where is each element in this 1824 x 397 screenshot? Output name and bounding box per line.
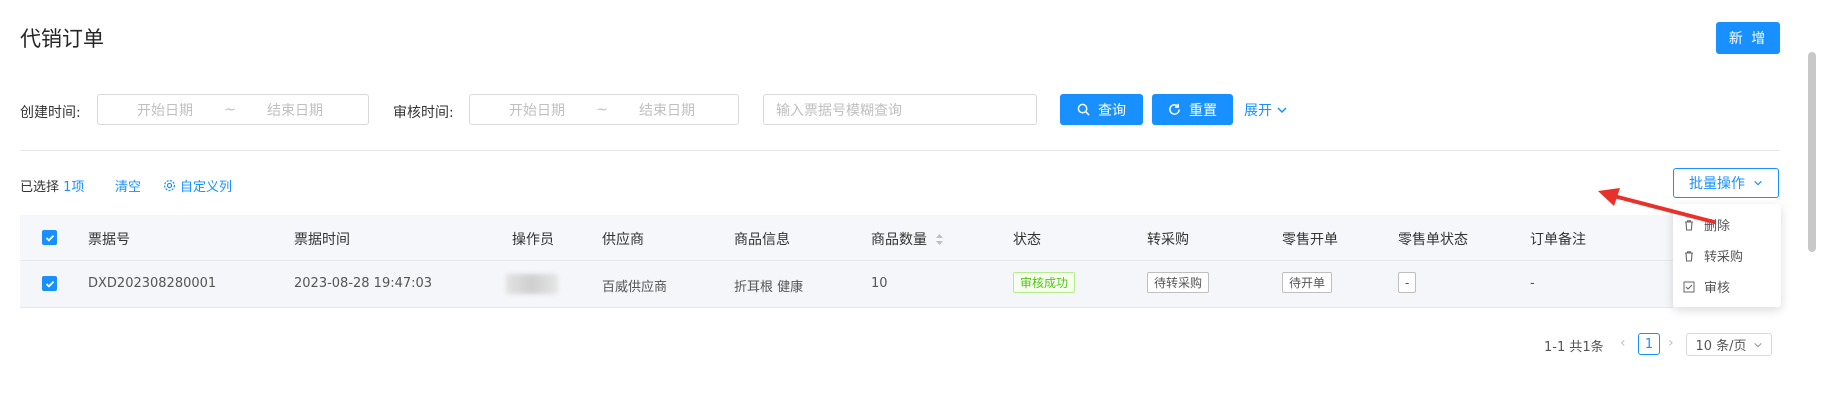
selected-info: 已选择 1项: [20, 176, 84, 195]
next-page-icon[interactable]: ›: [1668, 335, 1674, 351]
chevron-down-icon: [1276, 104, 1288, 116]
annotation-arrow: [1598, 188, 1716, 224]
created-time-label: 创建时间:: [20, 105, 81, 121]
sort-icon[interactable]: [935, 233, 944, 246]
search-input[interactable]: 输入票据号模糊查询: [763, 94, 1037, 125]
custom-columns-label: 自定义列: [180, 180, 233, 195]
menu-item-purchase[interactable]: 转采购: [1683, 246, 1743, 265]
chevron-down-icon: [1753, 178, 1763, 188]
custom-columns-link[interactable]: 自定义列: [163, 176, 232, 195]
cell-remark: -: [1530, 276, 1535, 291]
check-square-icon: [1683, 281, 1695, 293]
col-purchase: 转采购: [1147, 232, 1189, 248]
created-end-input[interactable]: 结束日期: [240, 100, 350, 120]
menu-item-audit[interactable]: 审核: [1683, 277, 1730, 296]
col-ticket-time: 票据时间: [294, 232, 350, 248]
cell-ticket-time: 2023-08-28 19:47:03: [294, 276, 433, 291]
col-retail: 零售开单: [1282, 232, 1338, 248]
pagination-summary: 1-1 共1条: [1544, 340, 1604, 355]
cell-product-info: 折耳根 健康: [734, 280, 804, 295]
reset-button[interactable]: 重置: [1152, 94, 1233, 125]
refresh-icon: [1168, 103, 1181, 116]
retail-badge[interactable]: 待开单: [1282, 272, 1333, 293]
row-checkbox[interactable]: [42, 276, 57, 291]
selected-label: 已选择: [20, 180, 60, 195]
cell-quantity: 10: [871, 276, 888, 291]
range-separator: ~: [596, 101, 608, 118]
col-quantity[interactable]: 商品数量: [871, 229, 944, 249]
audit-end-input[interactable]: 结束日期: [612, 100, 722, 120]
expand-link[interactable]: 展开: [1244, 100, 1288, 120]
cell-operator-redacted: [506, 274, 558, 294]
page-number-current[interactable]: 1: [1638, 333, 1660, 355]
search-button[interactable]: 查询: [1060, 94, 1143, 125]
col-operator: 操作员: [512, 232, 554, 248]
status-badge: 审核成功: [1013, 272, 1076, 293]
clear-link[interactable]: 清空: [115, 176, 141, 195]
page-size-label: 10 条/页: [1695, 339, 1747, 354]
col-status: 状态: [1013, 232, 1041, 248]
page-size-select[interactable]: 10 条/页: [1686, 333, 1772, 356]
table-row[interactable]: DXD202308280001 2023-08-28 19:47:03 百威供应…: [20, 261, 1673, 308]
col-retail-status: 零售单状态: [1398, 232, 1468, 248]
chevron-down-icon: [1753, 340, 1763, 350]
reset-button-label: 重置: [1189, 102, 1217, 119]
cell-ticket-no: DXD202308280001: [88, 276, 217, 291]
col-remark: 订单备注: [1530, 232, 1586, 248]
trash-icon: [1683, 250, 1695, 262]
page-title: 代销订单: [20, 27, 104, 51]
divider: [20, 150, 1780, 151]
selected-count: 1项: [63, 180, 85, 195]
created-date-range[interactable]: 开始日期 ~ 结束日期: [97, 94, 369, 125]
select-all-checkbox[interactable]: [42, 230, 57, 245]
range-separator: ~: [224, 101, 236, 118]
created-start-input[interactable]: 开始日期: [110, 100, 220, 120]
purchase-badge[interactable]: 待转采购: [1147, 272, 1210, 293]
cell-supplier: 百威供应商: [602, 280, 668, 295]
search-button-label: 查询: [1098, 102, 1126, 119]
search-icon: [1077, 103, 1090, 116]
col-quantity-label: 商品数量: [871, 232, 927, 248]
menu-item-label: 转采购: [1704, 250, 1744, 265]
expand-link-label: 展开: [1244, 103, 1272, 119]
retail-status-badge: -: [1398, 272, 1417, 293]
audit-time-label: 审核时间:: [393, 105, 454, 121]
gear-icon: [163, 179, 176, 192]
table-header: 票据号 票据时间 操作员 供应商 商品信息 商品数量 状态 转采购 零售开单 零…: [20, 215, 1673, 261]
scrollbar[interactable]: [1808, 52, 1816, 252]
col-product-info: 商品信息: [734, 232, 790, 248]
audit-date-range[interactable]: 开始日期 ~ 结束日期: [469, 94, 739, 125]
col-supplier: 供应商: [602, 232, 644, 248]
menu-item-label: 审核: [1704, 281, 1731, 296]
prev-page-icon[interactable]: ‹: [1620, 335, 1626, 351]
col-ticket-no: 票据号: [88, 232, 130, 248]
new-button[interactable]: 新 增: [1716, 22, 1780, 54]
audit-start-input[interactable]: 开始日期: [482, 100, 592, 120]
